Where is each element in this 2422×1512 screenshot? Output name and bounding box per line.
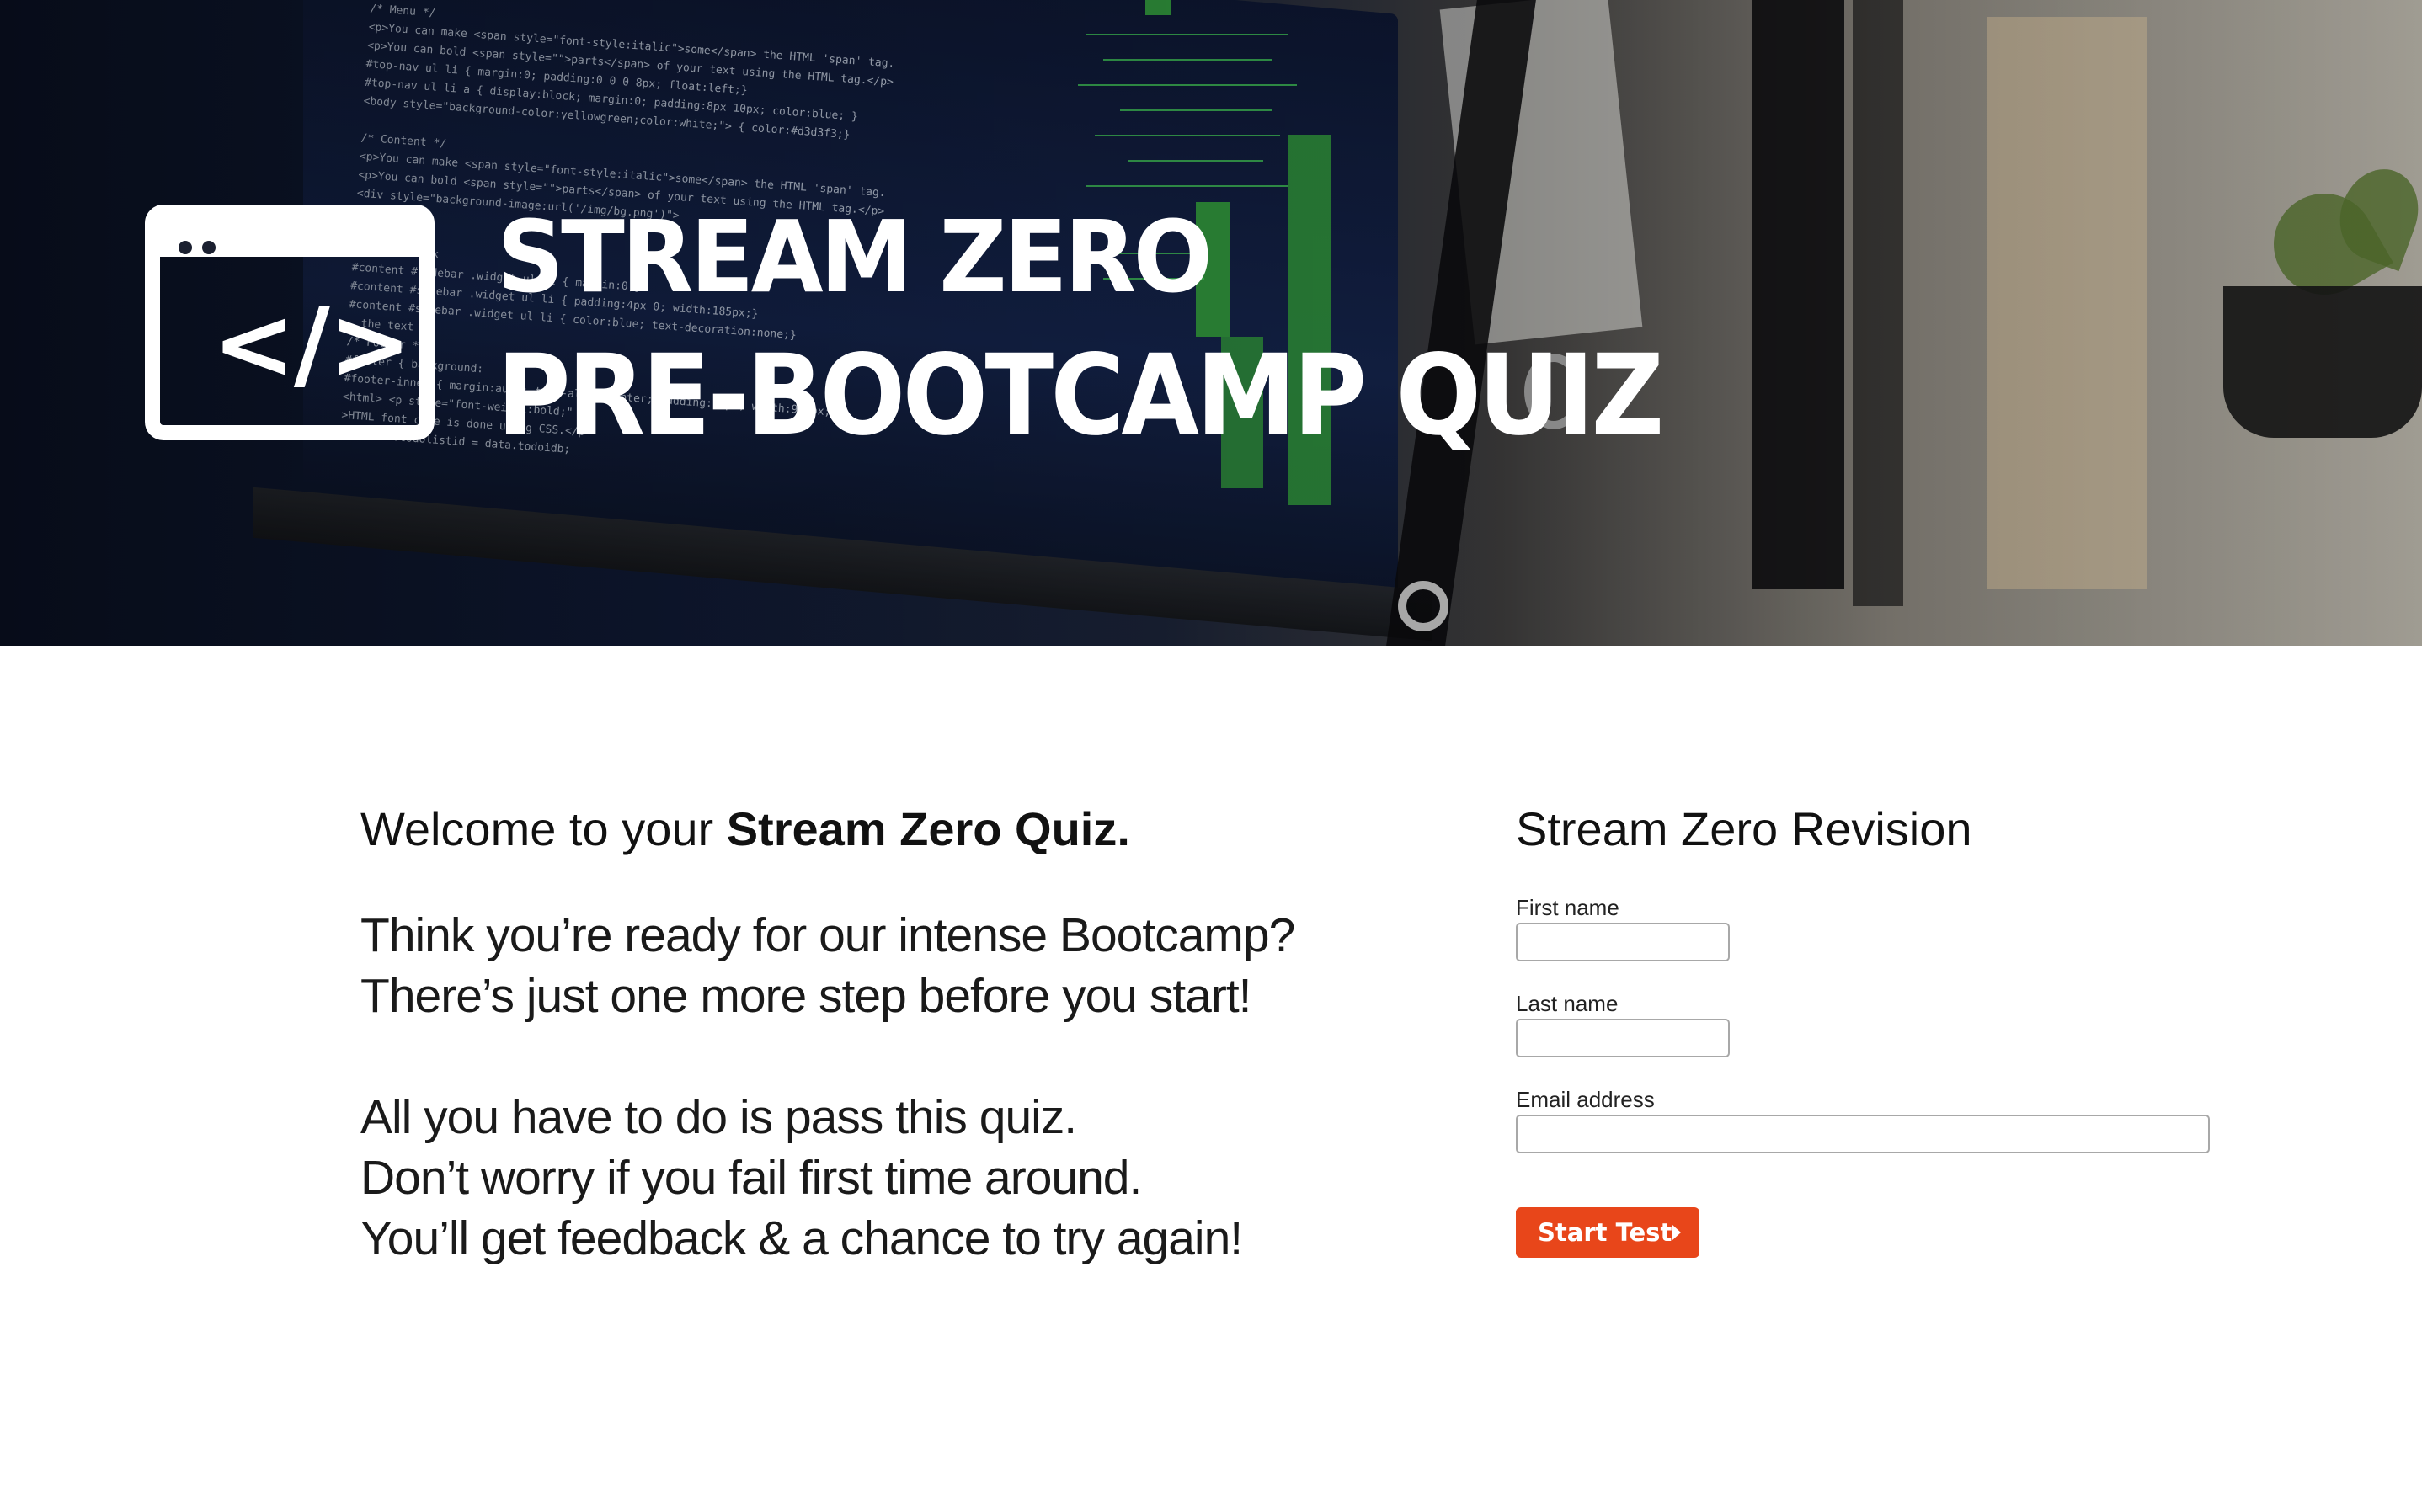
intro-line: You’ll get feedback & a chance to try ag…	[360, 1211, 1243, 1265]
code-window-logo-icon: </>	[145, 205, 435, 440]
welcome-quiz-name: Stream Zero Quiz.	[726, 802, 1130, 855]
intro-line: Don’t worry if you fail first time aroun…	[360, 1151, 1142, 1205]
first-name-field[interactable]	[1516, 923, 1730, 961]
email-field[interactable]	[1516, 1115, 2210, 1153]
email-label: Email address	[1516, 1087, 1655, 1112]
last-name-field[interactable]	[1516, 1019, 1730, 1057]
hero-title-line2: PRE-BOOTCAMP QUIZ	[497, 331, 1664, 461]
intro-line: All you have to do is pass this quiz.	[360, 1090, 1077, 1144]
intro-text: Think you’re ready for our intense Bootc…	[360, 905, 1371, 1269]
welcome-prefix: Welcome to your	[360, 802, 727, 855]
form-title: Stream Zero Revision	[1516, 802, 1972, 855]
code-brackets-icon: </>	[212, 285, 412, 402]
start-test-label: Start Test	[1538, 1218, 1672, 1247]
hero-title-line1: STREAM ZERO	[497, 199, 1213, 315]
start-test-button[interactable]: Start Test	[1516, 1207, 1699, 1258]
intro-line: There’s just one more step before you st…	[360, 969, 1252, 1023]
welcome-heading: Welcome to your Stream Zero Quiz.	[360, 800, 1130, 859]
intro-line: Think you’re ready for our intense Bootc…	[360, 908, 1295, 962]
hero-banner: /* Menu */ <p>You can make <span style="…	[0, 0, 2422, 646]
first-name-label: First name	[1516, 895, 1619, 920]
caret-right-icon	[1672, 1225, 1681, 1240]
last-name-label: Last name	[1516, 991, 1619, 1016]
